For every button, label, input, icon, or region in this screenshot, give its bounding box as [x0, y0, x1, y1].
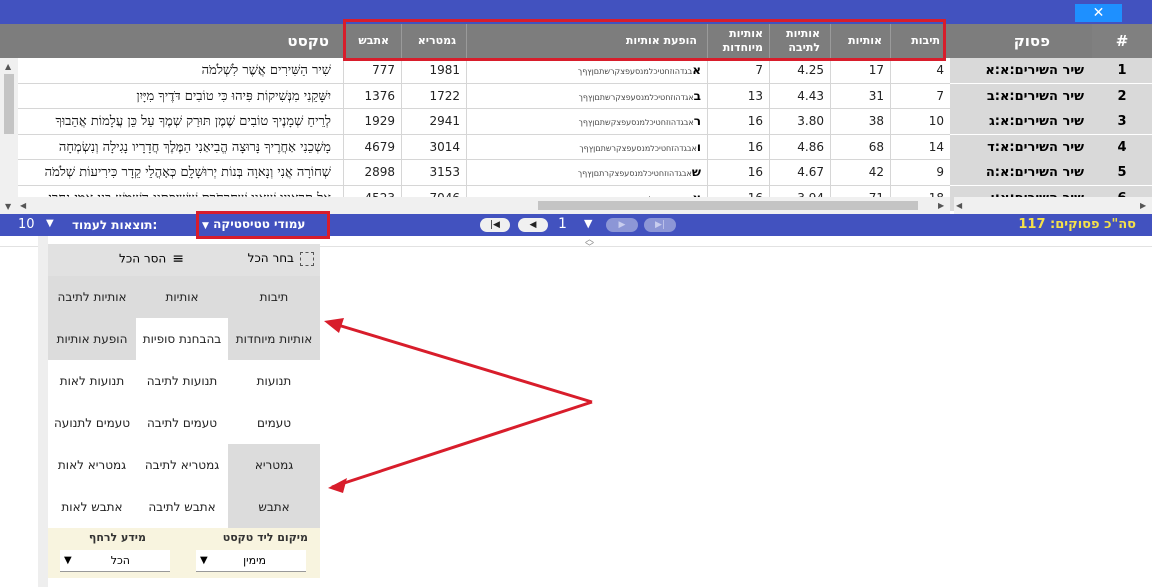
- app-window: ✕ # פסוק תיבות אותיות אותיות לתיבה אותיו…: [0, 0, 1152, 587]
- arrow-line-lower: [331, 400, 593, 489]
- arrow-line-upper: [327, 320, 593, 404]
- arrow-head-upper: [324, 318, 344, 333]
- arrow-head-lower: [328, 478, 347, 493]
- annotation-arrows: [324, 318, 593, 493]
